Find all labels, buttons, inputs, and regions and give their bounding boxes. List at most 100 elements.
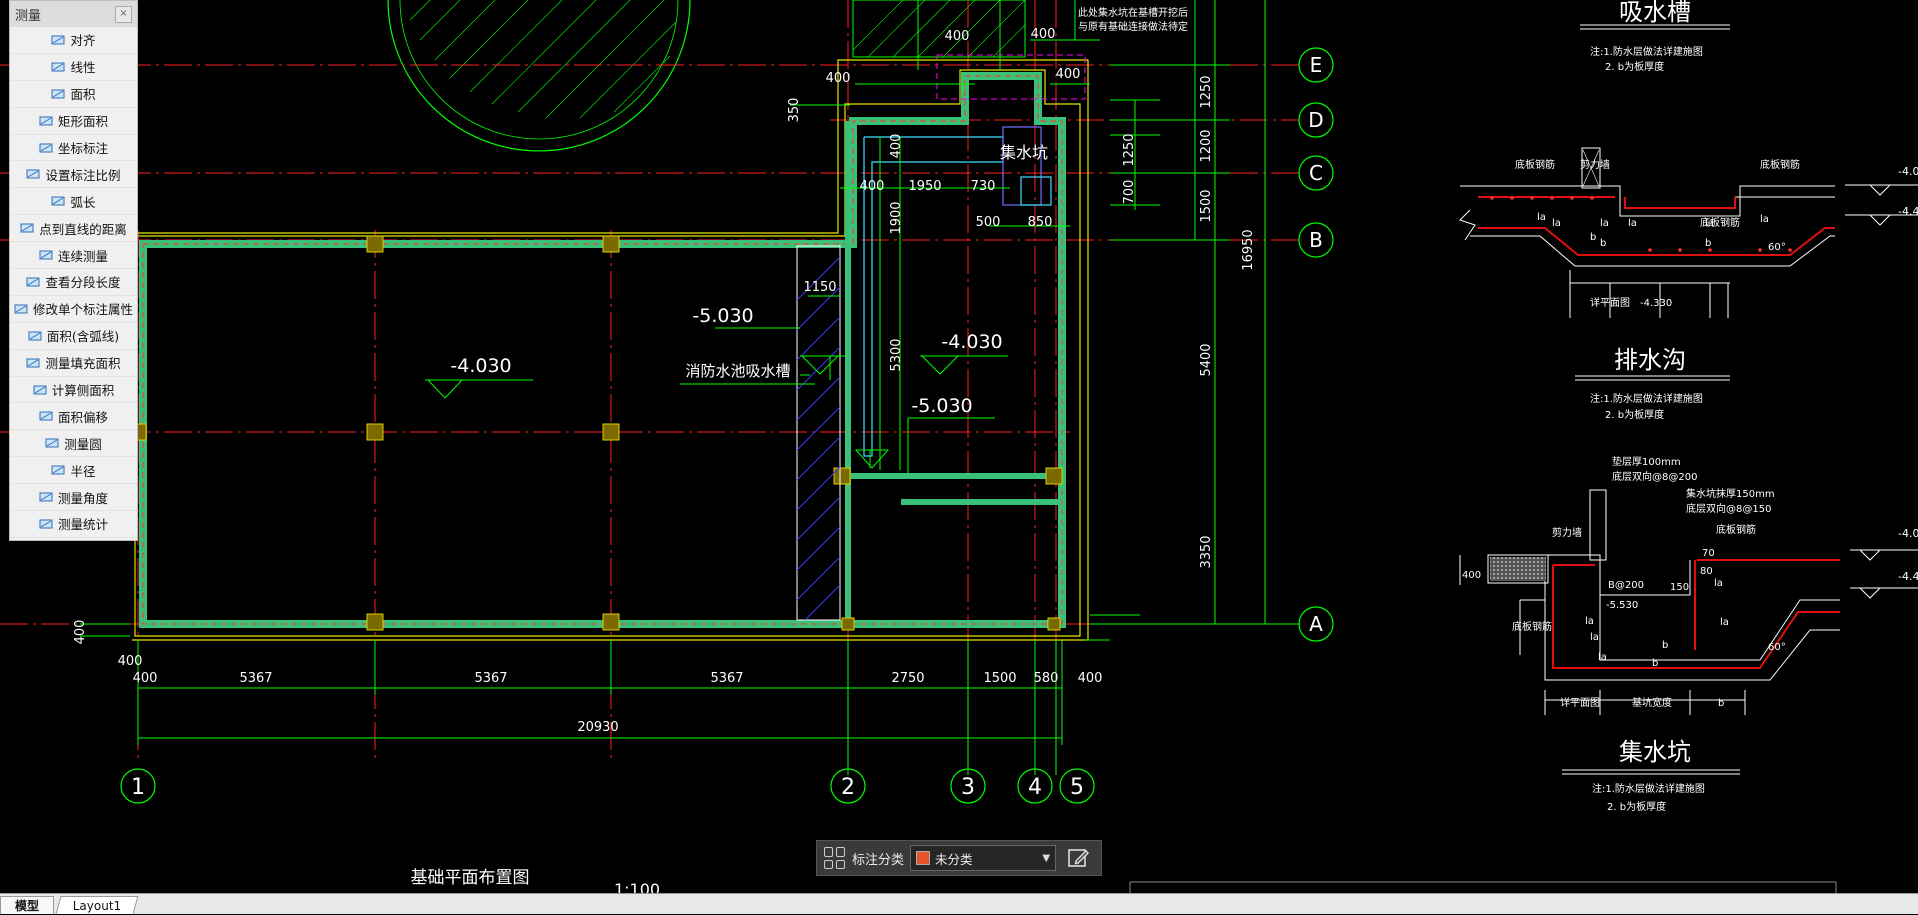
- total-dimension: 16950: [1241, 229, 1256, 270]
- tool-radius[interactable]: 半径: [10, 457, 137, 485]
- tool-area[interactable]: 面积: [10, 81, 137, 108]
- cad-drawing-canvas[interactable]: EDCBA1 2 3 4 5400 5367 5367 5367 2750 1500 580 4002…: [0, 0, 1918, 913]
- tool-label: 测量圆: [64, 436, 102, 452]
- grid-row-label: B: [1309, 228, 1323, 252]
- detail-label: 剪力墙: [1552, 526, 1582, 539]
- tool-hatch-area[interactable]: 测量填充面积: [10, 350, 137, 377]
- category-color-swatch: [916, 851, 931, 865]
- measure-panel: 测量 × 对齐线性 面积矩形面积坐标标注设置标注比例弧长点到直线的距离 连续测量查看…: [9, 0, 138, 541]
- tool-arc-length[interactable]: 弧长: [10, 188, 137, 216]
- tool-measure-angle[interactable]: 测量角度: [10, 484, 137, 512]
- detail-label: 70: [1702, 548, 1715, 559]
- detail-note: 注:1.防水层做法详建施图: [1590, 392, 1703, 405]
- hatch-area-icon: [26, 358, 40, 368]
- dimension-text: 500: [976, 215, 1001, 230]
- rectangle-area-icon: [39, 116, 53, 126]
- dimension-text: 400: [118, 654, 143, 669]
- tool-rectangle-area[interactable]: 矩形面积: [10, 108, 137, 135]
- measure-tool-list: 对齐线性 面积矩形面积坐标标注设置标注比例弧长点到直线的距离 连续测量查看分段长度修…: [10, 27, 137, 538]
- tool-dimension-scale[interactable]: 设置标注比例: [10, 161, 137, 189]
- measure-statistics-icon: [39, 519, 53, 529]
- tool-aligned-dimension[interactable]: 对齐: [10, 27, 137, 54]
- tool-label: 连续测量: [57, 248, 108, 264]
- detail-label: la: [1714, 578, 1723, 589]
- continuous-measure-icon: [39, 250, 53, 260]
- tool-label: 矩形面积: [57, 114, 108, 130]
- tool-area-offset[interactable]: 面积偏移: [10, 403, 137, 431]
- tool-point-to-line[interactable]: 点到直线的距离: [10, 215, 137, 243]
- annotation-category-select[interactable]: 未分类 ▼: [910, 845, 1057, 871]
- tab-model[interactable]: 模型: [0, 896, 55, 914]
- tool-label: 点到直线的距离: [39, 221, 127, 237]
- tool-measure-circle[interactable]: 测量圆: [10, 430, 137, 458]
- aligned-dimension-icon: [51, 35, 65, 45]
- level-marker-text: -4.030: [450, 355, 511, 377]
- tool-label: 修改单个标注属性: [32, 302, 133, 318]
- dimension-text: 1950: [908, 179, 941, 194]
- coordinate-dimension-icon: [39, 143, 53, 152]
- level-marker-text: -5.030: [692, 305, 753, 327]
- detail-label: la: [1537, 212, 1546, 223]
- detail-label: b: [1662, 640, 1668, 651]
- dimension-text: 400: [889, 134, 904, 159]
- chevron-down-icon: ▼: [1042, 852, 1051, 864]
- plan-title: 基础平面布置图: [411, 868, 530, 888]
- detail-label: 底板钢筋: [1515, 158, 1555, 171]
- level-marker-text: -4.030: [941, 331, 1002, 353]
- dimension-text: 400: [860, 179, 885, 194]
- detail-level: -4.430: [1898, 205, 1918, 218]
- area-offset-icon: [39, 411, 53, 421]
- tool-linear-dimension[interactable]: 线性: [10, 54, 137, 81]
- top-note: 与原有基础连接做法待定: [1078, 20, 1188, 33]
- detail-label: 底板钢筋: [1716, 523, 1756, 536]
- dimension-text: 2750: [891, 671, 924, 686]
- drawing-text-layer: EDCBA1 2 3 4 5400 5367 5367 5367 2750 1500 580 4002…: [73, 0, 1918, 899]
- detail-label: b: [1590, 232, 1596, 243]
- measure-panel-header[interactable]: 测量 ×: [10, 1, 137, 27]
- tool-label: 查看分段长度: [45, 275, 121, 291]
- detail-label: la: [1598, 652, 1607, 663]
- measure-angle-icon: [39, 492, 53, 502]
- tool-label: 对齐: [70, 33, 96, 49]
- detail-label: 底板钢筋: [1512, 620, 1552, 633]
- detail-label: 剪力墙: [1580, 158, 1610, 171]
- tool-continuous-measure[interactable]: 连续测量: [10, 242, 137, 270]
- annotation-toolbar: 标注分类 未分类 ▼: [816, 840, 1102, 876]
- edit-dimension-icon: [14, 304, 28, 314]
- tool-measure-statistics[interactable]: 测量统计: [10, 511, 137, 538]
- dimension-text: 400: [1031, 27, 1056, 42]
- dimension-text: 5300: [889, 338, 904, 371]
- detail-label: 底层双向@8@200: [1612, 470, 1697, 483]
- dimension-text: 350: [787, 98, 802, 123]
- tool-label: 计算侧面积: [51, 383, 115, 399]
- dimension-text: 5367: [474, 671, 507, 686]
- tool-label: 测量角度: [57, 490, 108, 506]
- tool-label: 弧长: [70, 194, 96, 210]
- detail-label: -4.330: [1640, 298, 1672, 309]
- tool-arc-area[interactable]: 面积(含弧线): [10, 323, 137, 350]
- detail-label: 60°: [1768, 242, 1786, 253]
- tab-layout1[interactable]: Layout1: [55, 896, 139, 914]
- detail-label: b: [1718, 698, 1724, 709]
- detail-label: 底板钢筋: [1760, 158, 1800, 171]
- detail-label: 详平面图: [1560, 696, 1600, 709]
- dimension-text: 400: [826, 71, 851, 86]
- dimension-text: 1900: [889, 201, 904, 234]
- linear-dimension-icon: [51, 62, 65, 72]
- grid-col-label: 1: [131, 775, 145, 800]
- tool-coordinate-dimension[interactable]: 坐标标注: [10, 135, 137, 162]
- tool-label: 坐标标注: [57, 141, 108, 156]
- tool-segment-length[interactable]: 查看分段长度: [10, 269, 137, 296]
- tool-side-area[interactable]: 计算侧面积: [10, 377, 137, 404]
- detail-level: -4.030: [1898, 527, 1918, 540]
- tool-edit-dimension[interactable]: 修改单个标注属性: [10, 296, 137, 323]
- detail-label: la: [1628, 218, 1637, 229]
- grid-icon[interactable]: [824, 847, 846, 869]
- grid-row-label: C: [1309, 161, 1323, 185]
- level-marker-text: -5.030: [911, 395, 972, 417]
- dimension-text: 400: [1056, 67, 1081, 82]
- close-icon[interactable]: ×: [115, 5, 132, 23]
- dimension-text: 400: [1078, 671, 1103, 686]
- edit-icon[interactable]: [1066, 846, 1090, 870]
- grid-col-label: 3: [961, 775, 975, 800]
